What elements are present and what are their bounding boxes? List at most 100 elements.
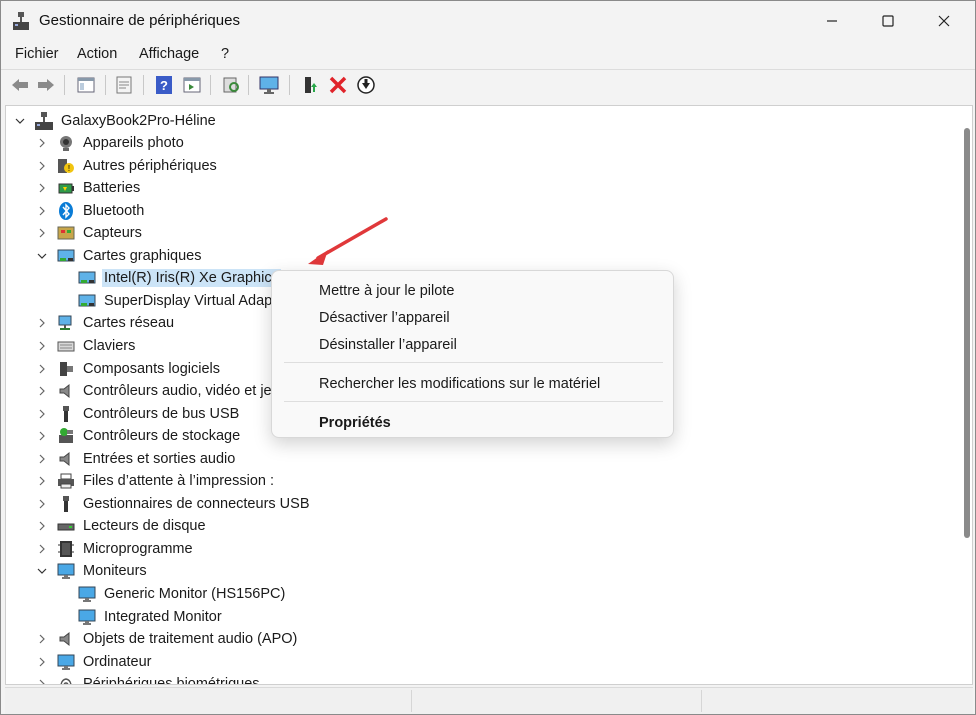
- maximize-button[interactable]: [863, 1, 913, 41]
- title-bar: Gestionnaire de périphériques: [1, 1, 975, 41]
- bluetooth-icon: [57, 201, 75, 220]
- chevron-right-icon[interactable]: [36, 520, 48, 532]
- chevron-down-icon[interactable]: [36, 565, 48, 577]
- chevron-right-icon[interactable]: [36, 633, 48, 645]
- chevron-right-icon[interactable]: [36, 317, 48, 329]
- chevron-right-icon[interactable]: [36, 475, 48, 487]
- tree-node-label: Intel(R) Iris(R) Xe Graphics: [102, 269, 281, 288]
- menu-properties[interactable]: Propriétés: [319, 415, 391, 431]
- toolbar-separator: [143, 75, 144, 95]
- tree-node-label: Contrôleurs de stockage: [83, 428, 241, 445]
- tree-category-node[interactable]: Batteries: [36, 177, 140, 199]
- computer-monitor-icon: [259, 76, 279, 94]
- tree-node-label: Cartes graphiques: [83, 247, 202, 264]
- tree-category-node[interactable]: Lecteurs de disque: [36, 515, 206, 537]
- tree-device-node[interactable]: Generic Monitor (HS156PC): [78, 583, 285, 605]
- show-hide-console-tree-button[interactable]: [75, 74, 97, 96]
- chevron-right-icon[interactable]: [36, 340, 48, 352]
- chevron-down-icon[interactable]: [36, 250, 48, 262]
- tree-node-label: Périphériques biométriques: [83, 676, 260, 685]
- chevron-down-icon[interactable]: [14, 115, 26, 127]
- network-icon: [57, 314, 75, 332]
- display-devices-button[interactable]: [258, 74, 280, 96]
- tree-category-node[interactable]: Bluetooth: [36, 200, 144, 222]
- toolbar-separator: [105, 75, 106, 95]
- tree-category-node[interactable]: Microprogramme: [36, 538, 193, 560]
- tree-node-label: Autres périphériques: [83, 157, 217, 174]
- chevron-right-icon[interactable]: [36, 137, 48, 149]
- tree-category-node[interactable]: Entrées et sorties audio: [36, 448, 235, 470]
- menu-help[interactable]: ?: [221, 46, 229, 62]
- tree-category-node[interactable]: Claviers: [36, 335, 135, 357]
- tree-node-label: Generic Monitor (HS156PC): [104, 586, 286, 602]
- tree-root-node[interactable]: GalaxyBook2Pro-Héline: [14, 110, 216, 132]
- tree-category-node[interactable]: Gestionnaires de connecteurs USB: [36, 493, 310, 515]
- tree-category-node[interactable]: Contrôleurs audio, vidéo et je: [36, 380, 272, 402]
- menu-scan-hardware-changes[interactable]: Rechercher les modifications sur le maté…: [319, 376, 600, 392]
- chevron-right-icon[interactable]: [36, 408, 48, 420]
- tree-node-label: SuperDisplay Virtual Adap: [104, 292, 273, 309]
- tree-category-node[interactable]: ! Autres périphériques: [36, 155, 217, 177]
- minimize-button[interactable]: [807, 1, 857, 41]
- display-adapter-icon: [57, 247, 75, 265]
- chevron-right-icon[interactable]: [36, 430, 48, 442]
- tree-category-node[interactable]: Contrôleurs de stockage: [36, 425, 240, 447]
- tree-category-node[interactable]: Ordinateur: [36, 651, 152, 673]
- menu-affichage[interactable]: Affichage: [139, 46, 199, 62]
- tree-category-node[interactable]: Périphériques biométriques: [36, 673, 260, 685]
- tree-category-node[interactable]: Capteurs: [36, 222, 142, 244]
- tree-node-label: Claviers: [83, 337, 136, 354]
- menu-uninstall-device[interactable]: Désinstaller l’appareil: [319, 337, 457, 353]
- chevron-right-icon[interactable]: [36, 543, 48, 555]
- device-manager-app-icon: [13, 12, 29, 30]
- sensor-icon: [57, 224, 75, 242]
- tree-node-label: Cartes réseau: [83, 315, 175, 332]
- chevron-right-icon[interactable]: [36, 498, 48, 510]
- tree-category-node[interactable]: Files d’attente à l’impression :: [36, 470, 274, 492]
- action-pane-button[interactable]: [181, 74, 203, 96]
- download-driver-button[interactable]: [355, 74, 377, 96]
- vertical-scrollbar[interactable]: [964, 128, 970, 538]
- chevron-right-icon[interactable]: [36, 678, 48, 684]
- chevron-right-icon[interactable]: [36, 656, 48, 668]
- forward-arrow-icon: [38, 79, 54, 91]
- tree-category-node[interactable]: Composants logiciels: [36, 358, 220, 380]
- close-button[interactable]: [919, 1, 969, 41]
- chevron-right-icon[interactable]: [36, 160, 48, 172]
- display-adapter-icon: [78, 269, 96, 287]
- chevron-right-icon[interactable]: [36, 227, 48, 239]
- properties-sheet-button[interactable]: [113, 74, 135, 96]
- menu-disable-device[interactable]: Désactiver l’appareil: [319, 310, 450, 326]
- menu-action[interactable]: Action: [77, 46, 117, 62]
- tree-node-label: Gestionnaires de connecteurs USB: [83, 495, 310, 512]
- tree-category-node[interactable]: Cartes réseau: [36, 312, 174, 334]
- tree-device-node[interactable]: Integrated Monitor: [78, 606, 222, 628]
- speaker-icon: [57, 630, 75, 648]
- menu-fichier[interactable]: Fichier: [15, 46, 59, 62]
- forward-button[interactable]: [35, 74, 57, 96]
- tree-category-node[interactable]: Cartes graphiques: [36, 245, 202, 267]
- tree-category-node[interactable]: Contrôleurs de bus USB: [36, 403, 239, 425]
- uninstall-device-button[interactable]: [327, 74, 349, 96]
- update-driver-button[interactable]: [299, 74, 321, 96]
- chevron-right-icon[interactable]: [36, 182, 48, 194]
- tree-device-node[interactable]: Intel(R) Iris(R) Xe Graphics: [78, 267, 281, 289]
- menu-separator: [284, 362, 663, 363]
- red-x-icon: [329, 76, 347, 94]
- tree-category-node[interactable]: Objets de traitement audio (APO): [36, 628, 297, 650]
- scan-hardware-changes-button[interactable]: [220, 74, 242, 96]
- back-button[interactable]: [9, 74, 31, 96]
- scan-hardware-icon: [223, 77, 239, 93]
- tree-category-node[interactable]: Moniteurs: [36, 560, 147, 582]
- chevron-right-icon[interactable]: [36, 363, 48, 375]
- help-button[interactable]: ?: [153, 74, 175, 96]
- tree-node-label: Objets de traitement audio (APO): [83, 631, 298, 648]
- tree-node-label: Integrated Monitor: [104, 608, 222, 625]
- chevron-right-icon[interactable]: [36, 453, 48, 465]
- tree-category-node[interactable]: Appareils photo: [36, 132, 184, 154]
- tree-device-node[interactable]: SuperDisplay Virtual Adap: [78, 290, 272, 312]
- chevron-right-icon[interactable]: [36, 385, 48, 397]
- menu-update-driver[interactable]: Mettre à jour le pilote: [319, 283, 454, 299]
- status-bar: [5, 687, 973, 714]
- chevron-right-icon[interactable]: [36, 205, 48, 217]
